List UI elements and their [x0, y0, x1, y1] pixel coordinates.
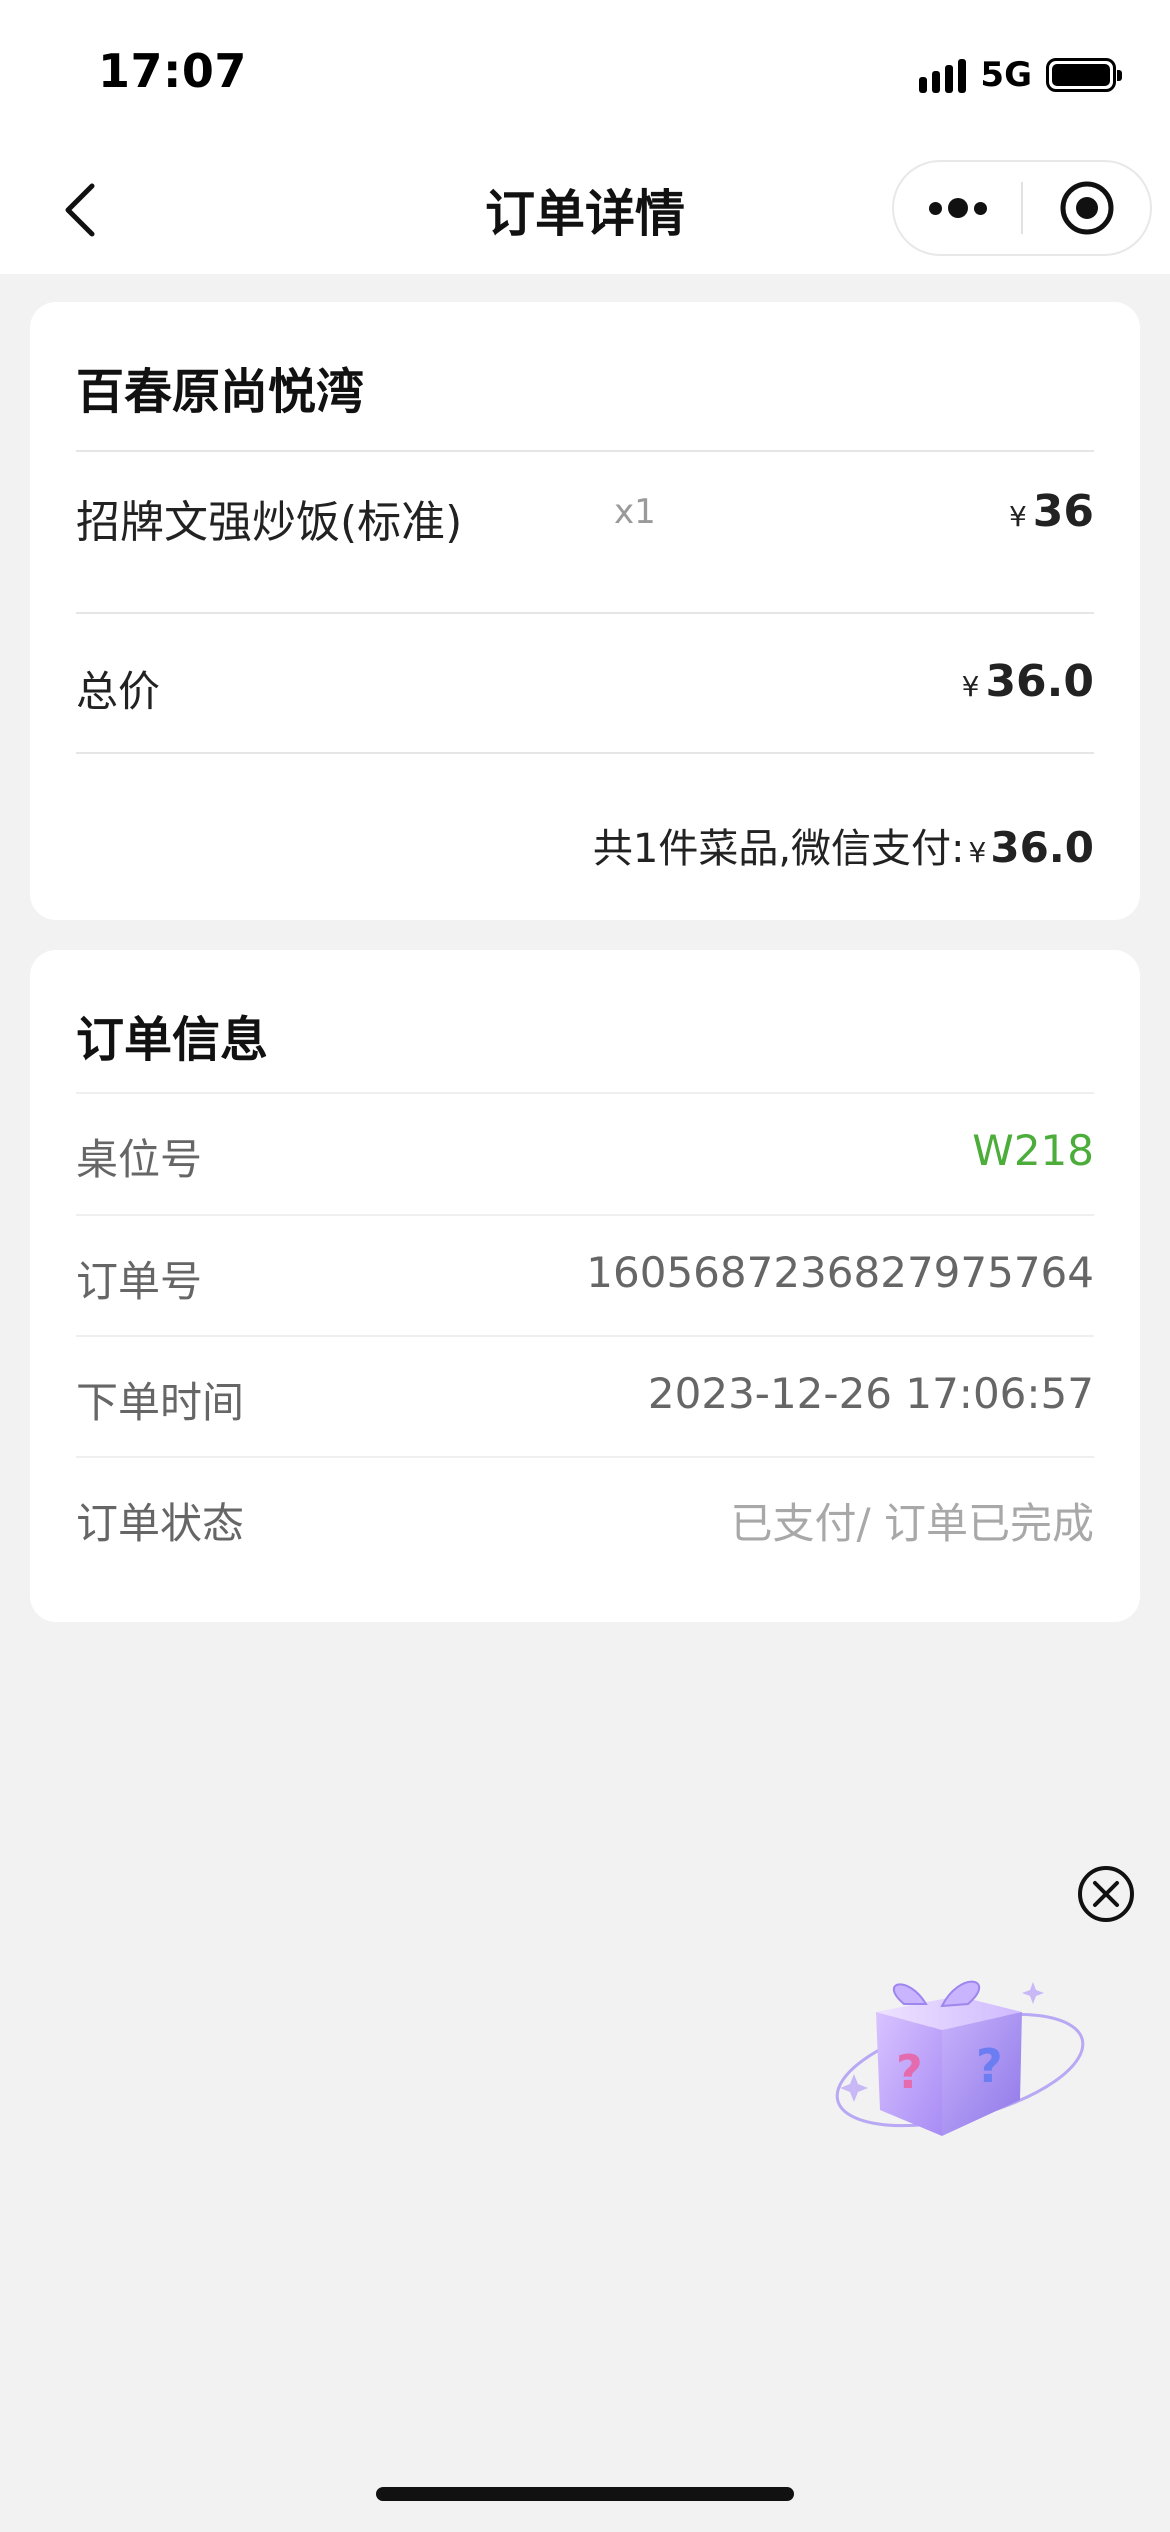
store-name: 百春原尚悦湾: [76, 364, 365, 420]
item-price: ¥36: [1009, 486, 1094, 537]
total-price-value: 36.0: [985, 656, 1094, 707]
table-number-value: W218: [972, 1126, 1094, 1175]
order-info-title: 订单信息: [76, 1012, 269, 1068]
order-status-row: 订单状态 已支付/ 订单已完成: [76, 1456, 1094, 1576]
table-number-row: 桌位号 W218: [76, 1092, 1094, 1212]
divider: [76, 612, 1094, 614]
currency-symbol: ¥: [1008, 500, 1027, 533]
order-status-value: 已支付/ 订单已完成: [730, 1499, 1094, 1548]
total-label: 总价: [76, 667, 161, 716]
exit-button[interactable]: [1023, 162, 1150, 254]
more-button[interactable]: [894, 162, 1021, 254]
info-label: 下单时间: [76, 1378, 245, 1427]
close-circle-icon: [1078, 1866, 1134, 1922]
more-dots-icon: [928, 198, 987, 218]
total-price: ¥36.0: [962, 656, 1094, 707]
currency-symbol: ¥: [968, 836, 987, 869]
payment-summary: 共1件菜品,微信支付: ¥36.0: [593, 816, 1094, 874]
status-bar: 17:07 5G: [0, 0, 1170, 150]
home-indicator: [376, 2487, 794, 2501]
order-items-card: 百春原尚悦湾 招牌文强炒饭(标准) x1 ¥36 总价 ¥36.0 共1件菜品,…: [30, 302, 1140, 920]
battery-icon: [1046, 58, 1122, 92]
status-time: 17:07: [98, 44, 247, 98]
mystery-gift-box-icon: ? ?: [835, 1980, 1085, 2136]
svg-text:?: ?: [976, 2039, 1003, 2093]
signal-icon: [919, 57, 967, 93]
nav-bar: 订单详情: [0, 150, 1170, 274]
info-label: 桌位号: [76, 1135, 203, 1184]
divider: [76, 752, 1094, 754]
divider: [76, 450, 1094, 452]
network-label: 5G: [980, 55, 1032, 95]
info-label: 订单号: [76, 1257, 203, 1306]
svg-text:?: ?: [896, 2045, 923, 2099]
target-circle-icon: [1060, 181, 1113, 235]
item-quantity: x1: [614, 492, 656, 532]
summary-amount: 36.0: [990, 823, 1094, 872]
item-name: 招牌文强炒饭(标准): [76, 497, 463, 548]
mini-program-capsule: [892, 160, 1152, 256]
order-time-value: 2023-12-26 17:06:57: [647, 1369, 1094, 1418]
info-label: 订单状态: [76, 1499, 245, 1548]
summary-text: 共1件菜品,微信支付:: [592, 826, 965, 872]
status-indicators: 5G: [919, 52, 1122, 98]
order-number-value: 1605687236827975764: [586, 1248, 1094, 1297]
promo-gift-button[interactable]: ? ?: [830, 1960, 1096, 2160]
order-time-row: 下单时间 2023-12-26 17:06:57: [76, 1335, 1094, 1455]
close-promo-button[interactable]: [1076, 1864, 1136, 1924]
currency-symbol: ¥: [961, 670, 980, 703]
order-number-row: 订单号 1605687236827975764: [76, 1214, 1094, 1334]
item-price-value: 36: [1032, 486, 1094, 537]
order-info-card: 订单信息 桌位号 W218 订单号 1605687236827975764 下单…: [30, 950, 1140, 1622]
